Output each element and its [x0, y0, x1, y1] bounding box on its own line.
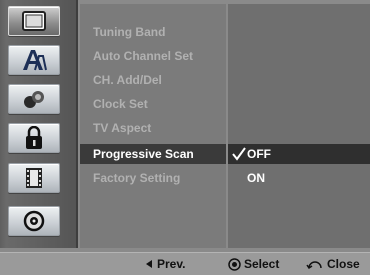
menu-item-auto-channel-set[interactable]: Auto Channel Set	[80, 46, 226, 66]
menu-item-tuning-band[interactable]: Tuning Band	[80, 22, 226, 42]
setup-menu-list: Tuning Band Auto Channel Set CH. Add/Del…	[80, 4, 226, 248]
left-arrow-icon	[146, 260, 152, 268]
select-hint: Select	[228, 253, 279, 275]
menu-item-tv-aspect[interactable]: TV Aspect	[80, 118, 226, 138]
close-label: Close	[327, 257, 360, 271]
prev-hint: Prev.	[144, 253, 185, 275]
category-icon-column	[0, 0, 78, 248]
option-label: ON	[247, 171, 265, 185]
option-off[interactable]: OFF	[228, 144, 370, 164]
return-icon	[306, 261, 322, 270]
tv-screen-icon[interactable]	[8, 6, 60, 36]
menu-item-ch-add-del[interactable]: CH. Add/Del	[80, 70, 226, 90]
menu-item-clock-set[interactable]: Clock Set	[80, 94, 226, 114]
option-label: OFF	[247, 147, 271, 161]
enter-button-icon	[228, 257, 241, 271]
lock-icon[interactable]	[8, 123, 60, 153]
check-icon	[232, 147, 246, 161]
menu-item-factory-setting[interactable]: Factory Setting	[80, 168, 226, 188]
option-on[interactable]: ON	[228, 168, 370, 188]
prev-label: Prev.	[157, 257, 186, 271]
option-list: OFF ON	[228, 4, 370, 248]
footer-hint-bar: Prev. Select Close	[0, 252, 370, 275]
language-icon[interactable]	[8, 45, 60, 75]
select-label: Select	[244, 257, 280, 271]
close-hint: Close	[306, 253, 360, 275]
disc-icon[interactable]	[8, 206, 60, 236]
film-icon[interactable]	[8, 163, 60, 193]
menu-item-progressive-scan[interactable]: Progressive Scan	[80, 144, 226, 164]
audio-icon[interactable]	[8, 84, 60, 114]
setup-menu-osd: Tuning Band Auto Channel Set CH. Add/Del…	[0, 0, 370, 275]
